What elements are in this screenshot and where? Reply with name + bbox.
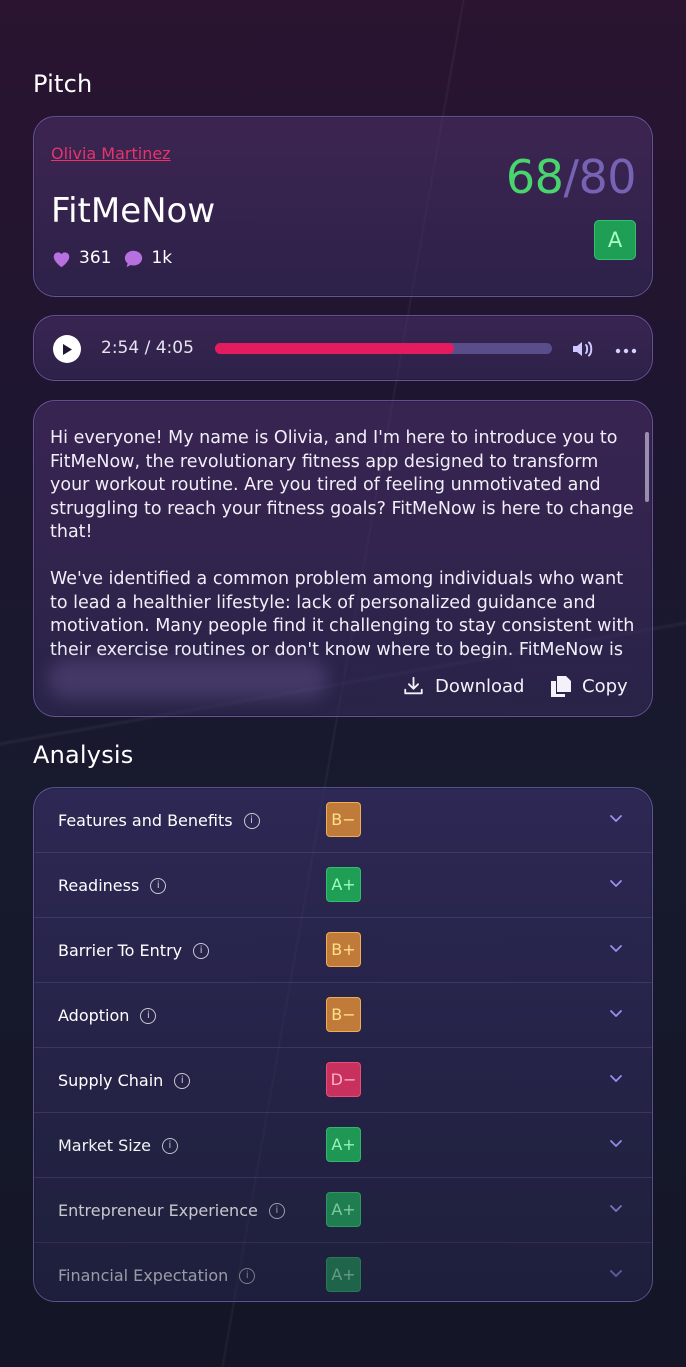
download-button[interactable]: Download xyxy=(402,675,524,697)
pitch-section-title: Pitch xyxy=(33,70,93,98)
copy-label: Copy xyxy=(582,676,628,697)
analysis-label: Financial Expectation i xyxy=(58,1266,256,1285)
info-icon[interactable]: i xyxy=(239,1267,256,1284)
chevron-down-icon[interactable] xyxy=(609,1201,623,1215)
download-icon xyxy=(404,676,423,695)
analysis-row[interactable]: Adoption i B− xyxy=(34,983,652,1048)
analysis-row[interactable]: Supply Chain i D− xyxy=(34,1048,652,1113)
comments-stat[interactable]: 1k xyxy=(123,248,172,268)
copy-button[interactable]: Copy xyxy=(550,675,628,698)
info-icon[interactable]: i xyxy=(193,942,210,959)
analysis-label-text: Market Size xyxy=(58,1136,151,1155)
grade-badge: A xyxy=(594,220,636,260)
analysis-label: Supply Chain i xyxy=(58,1071,191,1090)
analysis-grade-badge: A+ xyxy=(326,1127,361,1162)
analysis-grade-badge: A+ xyxy=(326,867,361,902)
analysis-label-text: Financial Expectation xyxy=(58,1266,229,1285)
analysis-grade-badge: D− xyxy=(326,1062,361,1097)
volume-button[interactable] xyxy=(571,339,595,363)
analysis-label: Market Size i xyxy=(58,1136,178,1155)
info-icon[interactable]: i xyxy=(243,812,260,829)
pitch-score: 68/80 xyxy=(505,150,637,204)
playback-time: 2:54 / 4:05 xyxy=(101,338,194,358)
download-label: Download xyxy=(435,675,525,697)
analysis-card: Features and Benefits i B− Readiness i A+ Barr… xyxy=(33,787,653,1302)
transcript-text[interactable]: Hi everyone! My name is Olivia, and I'm … xyxy=(50,427,640,658)
info-icon[interactable]: i xyxy=(174,1072,191,1089)
score-value: 68 xyxy=(505,150,564,204)
analysis-row[interactable]: Features and Benefits i B− xyxy=(34,788,652,853)
analysis-grade-badge: B− xyxy=(326,997,361,1032)
chevron-down-icon[interactable] xyxy=(609,1006,623,1020)
analysis-row[interactable]: Readiness i A+ xyxy=(34,853,652,918)
author-link[interactable]: Olivia Martinez xyxy=(51,144,171,163)
likes-count: 361 xyxy=(79,248,112,268)
info-icon[interactable]: i xyxy=(140,1007,157,1024)
score-separator: / xyxy=(563,150,579,204)
likes-stat[interactable]: 361 xyxy=(51,248,111,268)
analysis-grade-badge: A+ xyxy=(326,1192,361,1227)
analysis-grade-badge: B+ xyxy=(326,932,361,967)
analysis-grade-badge: B− xyxy=(326,802,361,837)
analysis-label-text: Features and Benefits xyxy=(58,811,233,830)
chevron-down-icon[interactable] xyxy=(609,876,623,890)
chevron-down-icon[interactable] xyxy=(609,1266,623,1280)
progress-track[interactable] xyxy=(215,343,552,354)
volume-icon xyxy=(573,341,593,357)
analysis-section-title: Analysis xyxy=(33,741,134,769)
analysis-label-text: Adoption xyxy=(58,1006,130,1025)
copy-icon xyxy=(551,676,571,697)
progress-fill xyxy=(215,343,455,354)
chevron-down-icon[interactable] xyxy=(609,941,623,955)
analysis-label: Readiness i xyxy=(58,876,167,895)
comment-icon xyxy=(125,250,143,267)
analysis-label: Adoption i xyxy=(58,1006,157,1025)
score-total: 80 xyxy=(578,150,636,204)
pitch-card: Olivia Martinez FitMeNow 361 1k 68/80 A xyxy=(33,116,653,297)
chevron-down-icon[interactable] xyxy=(609,1136,623,1150)
analysis-label: Barrier To Entry i xyxy=(58,941,210,960)
analysis-label: Entrepreneur Experience i xyxy=(58,1201,285,1220)
analysis-label-text: Entrepreneur Experience xyxy=(58,1201,258,1220)
transcript-paragraph: Hi everyone! My name is Olivia, and I'm … xyxy=(50,428,634,542)
analysis-row[interactable]: Barrier To Entry i B+ xyxy=(34,918,652,983)
analysis-grade-badge: A+ xyxy=(326,1257,361,1292)
comments-count: 1k xyxy=(151,248,173,268)
heart-icon xyxy=(53,251,70,267)
analysis-label-text: Supply Chain xyxy=(58,1071,164,1090)
blurred-overlay xyxy=(48,659,328,699)
info-icon[interactable]: i xyxy=(150,877,167,894)
play-button[interactable] xyxy=(53,335,81,363)
pitch-name: FitMeNow xyxy=(51,191,216,231)
analysis-label-text: Readiness xyxy=(58,876,140,895)
chevron-down-icon[interactable] xyxy=(609,811,623,825)
more-icon xyxy=(615,348,637,354)
analysis-label-text: Barrier To Entry xyxy=(58,941,183,960)
more-options-button[interactable] xyxy=(615,338,637,359)
transcript-scrollbar[interactable] xyxy=(645,432,649,502)
transcript-paragraph: We've identified a common problem among … xyxy=(50,569,635,658)
analysis-row[interactable]: Entrepreneur Experience i A+ xyxy=(34,1178,652,1243)
info-icon[interactable]: i xyxy=(268,1202,285,1219)
audio-player: 2:54 / 4:05 xyxy=(33,315,653,381)
analysis-label: Features and Benefits i xyxy=(58,811,260,830)
analysis-row[interactable]: Financial Expectation i A+ xyxy=(34,1243,652,1301)
pitch-stats: 361 1k xyxy=(51,248,184,268)
play-icon xyxy=(63,343,72,355)
transcript-card: Hi everyone! My name is Olivia, and I'm … xyxy=(33,400,653,717)
info-icon[interactable]: i xyxy=(161,1137,178,1154)
analysis-row[interactable]: Market Size i A+ xyxy=(34,1113,652,1178)
chevron-down-icon[interactable] xyxy=(609,1071,623,1085)
